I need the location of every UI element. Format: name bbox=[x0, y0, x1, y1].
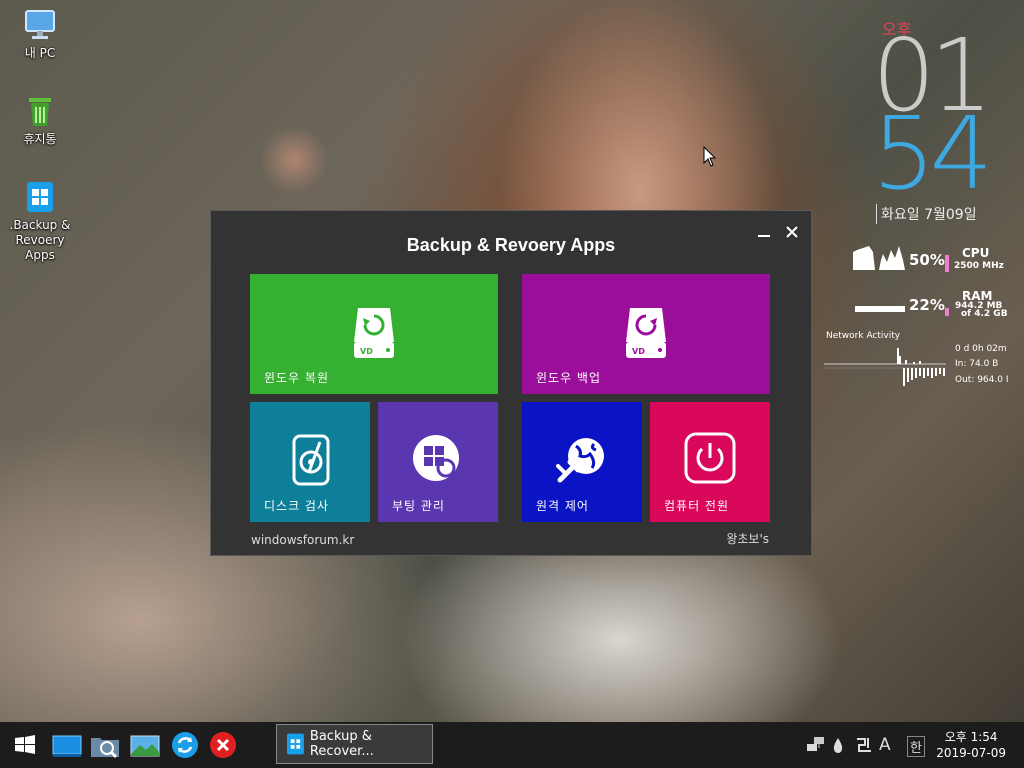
tray-keyboard-button[interactable] bbox=[855, 736, 873, 758]
remote-globe-icon bbox=[556, 438, 604, 483]
cpu-level-bar bbox=[945, 255, 949, 272]
ram-level-bar bbox=[945, 308, 949, 316]
water-drop-icon bbox=[833, 738, 843, 753]
network-out: Out: 964.0 I bbox=[955, 375, 1009, 385]
ram-total: of 4.2 GB bbox=[961, 309, 1008, 319]
cpu-percent: 50% bbox=[909, 251, 945, 269]
network-in: In: 74.0 B bbox=[955, 359, 999, 369]
desktop-icon-label: 휴지통 bbox=[23, 132, 57, 146]
tile-label: 원격 제어 bbox=[536, 499, 589, 513]
desktop-icon-backup-apps[interactable]: .Backup & Revoery Apps bbox=[0, 180, 80, 263]
keyboard-layout-icon bbox=[857, 738, 871, 752]
hard-disk-icon bbox=[292, 434, 330, 486]
tile-remote-control[interactable]: 원격 제어 bbox=[522, 402, 642, 522]
boot-manager-icon bbox=[413, 435, 462, 484]
cpu-detail: 2500 MHz bbox=[954, 261, 1004, 271]
cpu-graph bbox=[853, 246, 905, 270]
tray-date: 2019-07-09 bbox=[936, 746, 1006, 760]
footer-author: 왕초보's bbox=[726, 532, 769, 546]
drive-restore-icon: VD bbox=[354, 308, 394, 358]
taskbar-photos-button[interactable] bbox=[130, 730, 160, 760]
tile-boot-management[interactable]: 부팅 관리 bbox=[378, 402, 498, 522]
windows-app-icon bbox=[23, 180, 57, 214]
desktop-icon-label-line1: .Backup & bbox=[9, 218, 71, 232]
tray-drop-button[interactable] bbox=[832, 736, 844, 758]
tray-input-mode[interactable]: A bbox=[879, 735, 891, 755]
close-button[interactable] bbox=[781, 221, 803, 243]
tile-disk-check[interactable]: 디스크 검사 bbox=[250, 402, 370, 522]
taskbar-refresh-button[interactable] bbox=[170, 730, 200, 760]
desktop-icon-recycle-bin[interactable]: 휴지통 bbox=[0, 94, 80, 147]
taskbar-close-app-button[interactable] bbox=[208, 730, 238, 760]
red-x-icon bbox=[210, 732, 236, 758]
tile-windows-restore[interactable]: VD 윈도우 복원 bbox=[250, 274, 498, 394]
tray-network-button[interactable] bbox=[806, 736, 826, 758]
footer-website: windowsforum.kr bbox=[251, 533, 355, 547]
recycle-bin-icon bbox=[23, 94, 57, 128]
tile-computer-power[interactable]: 컴퓨터 전원 bbox=[650, 402, 770, 522]
clock-date: 화요일 7월09일 bbox=[876, 204, 977, 224]
ram-percent: 22% bbox=[909, 296, 945, 314]
taskbar-explorer-button[interactable] bbox=[90, 730, 120, 760]
tray-language[interactable]: 한 bbox=[907, 736, 925, 757]
network-uptime: 0 d 0h 02m bbox=[955, 344, 1007, 354]
start-button[interactable] bbox=[10, 730, 40, 760]
folder-search-icon bbox=[91, 738, 119, 759]
task-label: Backup & Recover... bbox=[309, 729, 374, 759]
windows-start-icon bbox=[15, 735, 35, 754]
network-title: Network Activity bbox=[826, 331, 901, 341]
svg-text:VD: VD bbox=[360, 347, 373, 356]
landscape-image-icon bbox=[130, 735, 160, 757]
backup-apps-window: Backup & Revoery Apps VD 윈도우 복원 VD 윈도우 백… bbox=[210, 210, 812, 556]
minimize-icon bbox=[758, 235, 770, 237]
svg-text:VD: VD bbox=[632, 347, 645, 356]
network-graph bbox=[824, 348, 946, 386]
refresh-icon bbox=[172, 732, 198, 758]
close-icon bbox=[786, 226, 798, 238]
tile-windows-backup[interactable]: VD 윈도우 백업 bbox=[522, 274, 770, 394]
desktop-icon-my-pc[interactable]: 내 PC bbox=[0, 8, 80, 61]
window-title: Backup & Revoery Apps bbox=[406, 235, 616, 255]
mouse-cursor-icon bbox=[703, 146, 717, 167]
tile-label: 디스크 검사 bbox=[264, 499, 330, 513]
desktop-monitor-icon bbox=[52, 735, 82, 757]
tile-label: 윈도우 백업 bbox=[536, 371, 602, 385]
taskbar-desktop-button[interactable] bbox=[52, 730, 82, 760]
monitor-icon bbox=[23, 8, 57, 42]
tile-label: 윈도우 복원 bbox=[264, 371, 330, 385]
network-icon bbox=[807, 737, 824, 751]
cpu-label: CPU bbox=[962, 246, 990, 260]
taskbar-window-backup-apps[interactable]: Backup & Recover... bbox=[276, 724, 433, 764]
desktop-icon-label-line2: Revoery Apps bbox=[15, 233, 65, 262]
clock-minute: 54 bbox=[872, 95, 993, 212]
ram-graph bbox=[855, 306, 905, 312]
tile-label: 컴퓨터 전원 bbox=[664, 499, 730, 513]
tile-label: 부팅 관리 bbox=[392, 499, 445, 513]
tray-clock[interactable]: 오후 1:54 2019-07-09 bbox=[936, 729, 1006, 761]
tray-time: 오후 1:54 bbox=[944, 730, 998, 744]
minimize-button[interactable] bbox=[753, 221, 775, 243]
desktop-icon-label: 내 PC bbox=[24, 46, 56, 60]
drive-backup-icon: VD bbox=[626, 308, 666, 358]
power-icon bbox=[684, 432, 736, 484]
taskbar: Backup & Recover... A 한 오후 1:54 2019-07-… bbox=[0, 722, 1024, 768]
windows-app-icon bbox=[287, 733, 304, 755]
